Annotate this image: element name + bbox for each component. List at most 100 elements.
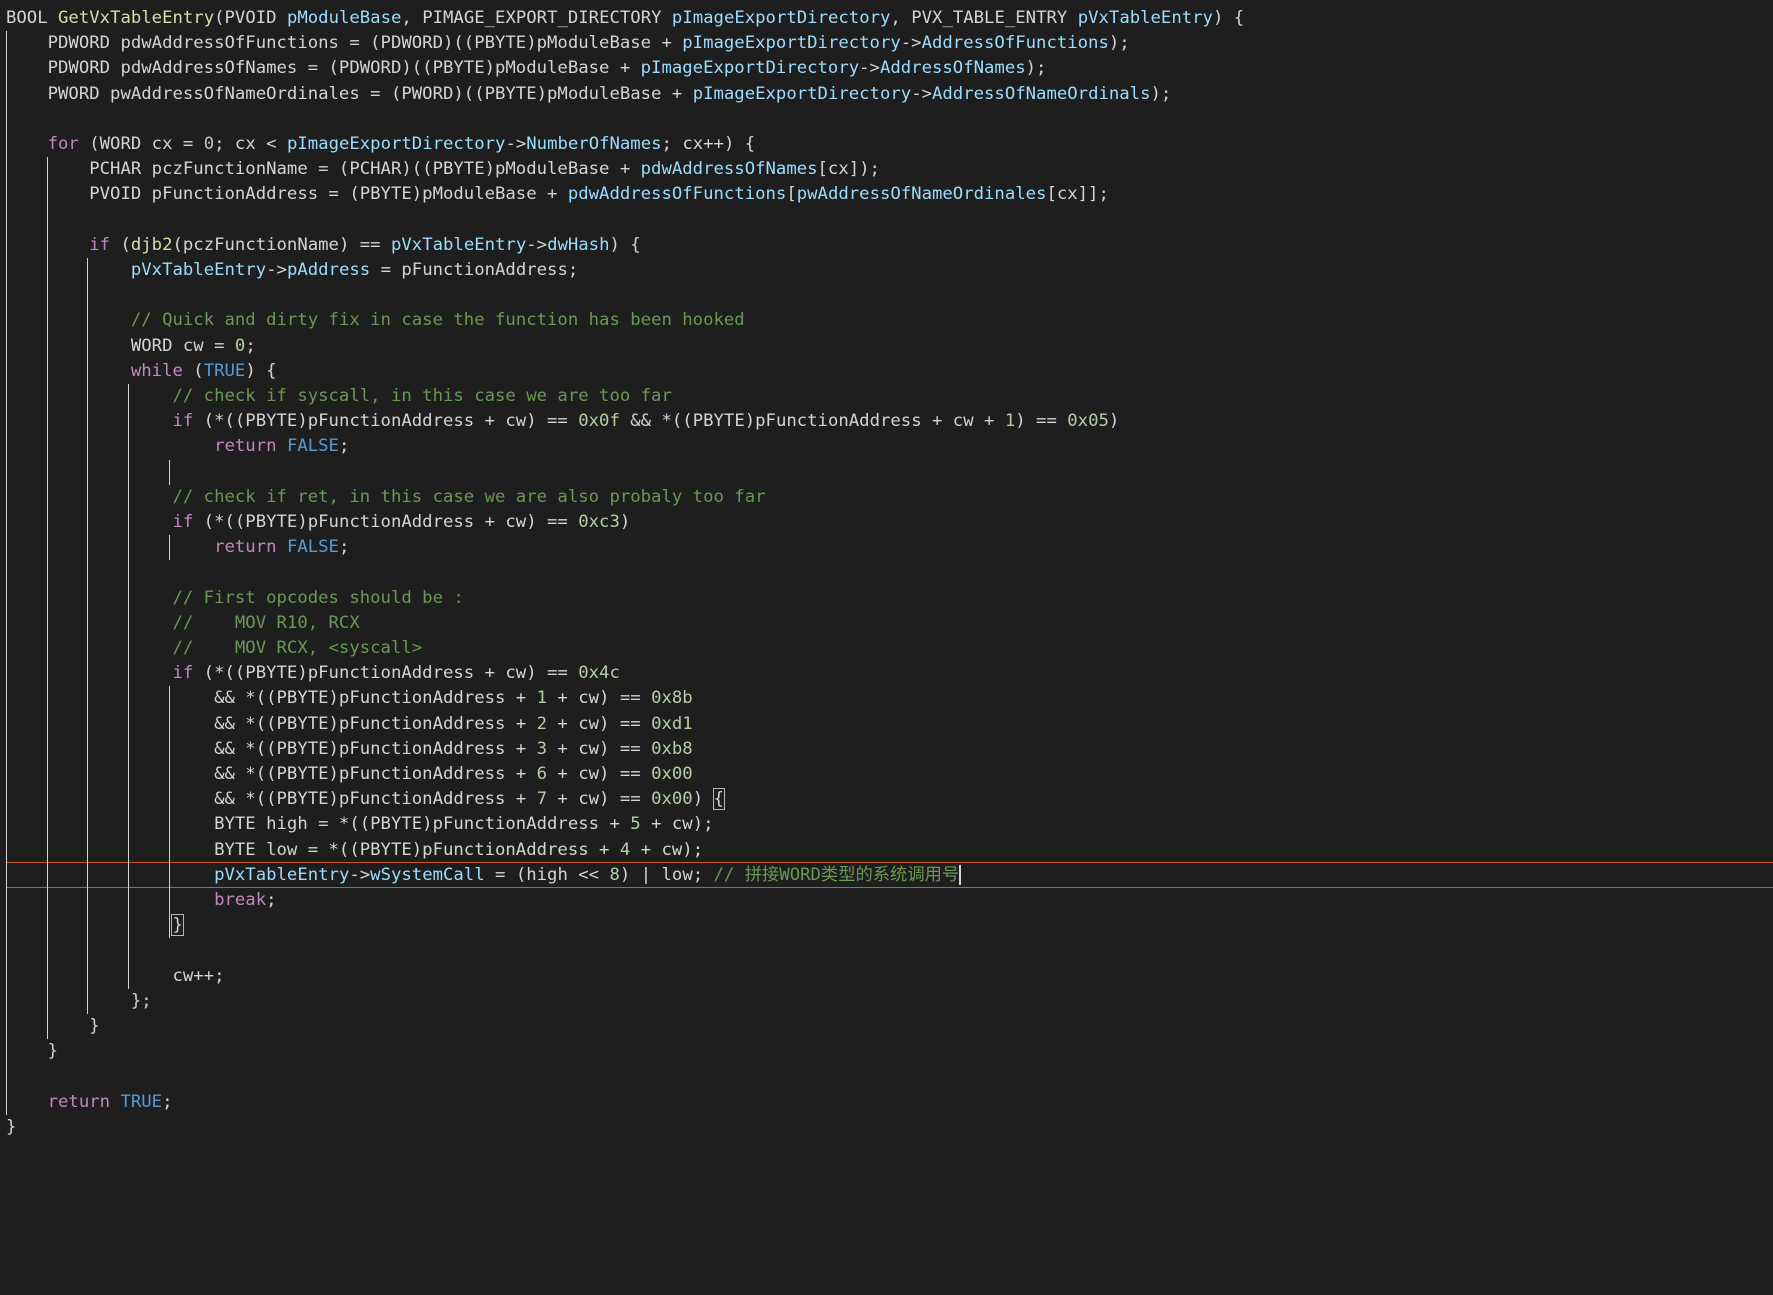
code-comment: // MOV R10, RCX — [172, 612, 360, 633]
code-line[interactable]: return FALSE; — [6, 434, 349, 458]
code-line[interactable]: // First opcodes should be : — [6, 586, 463, 610]
code-token: -> — [505, 134, 527, 154]
code-line[interactable]: for (WORD cx = 0; cx < pImageExportDirec… — [6, 132, 756, 156]
code-line[interactable]: } — [6, 1115, 16, 1139]
code-line[interactable]: } — [6, 1039, 58, 1063]
code-line[interactable]: } — [6, 1014, 100, 1038]
code-line[interactable]: cw++; — [6, 964, 224, 988]
code-line[interactable]: // MOV RCX, <syscall> — [6, 636, 422, 660]
code-token: pImageExportDirectory — [682, 33, 901, 54]
code-token: AddressOfFunctions — [921, 33, 1109, 54]
code-token: AddressOfNames — [879, 58, 1026, 79]
code-line[interactable]: if (*((PBYTE)pFunctionAddress + cw) == 0… — [6, 510, 630, 534]
code-token: && *((PBYTE)pFunctionAddress + — [6, 738, 537, 759]
code-line[interactable]: PVOID pFunctionAddress = (PBYTE)pModuleB… — [6, 182, 1109, 206]
code-token: 6 — [536, 764, 548, 784]
code-line[interactable]: && *((PBYTE)pFunctionAddress + 1 + cw) =… — [6, 686, 693, 710]
code-line[interactable]: pVxTableEntry->wSystemCall = (high << 8)… — [6, 863, 962, 887]
code-line[interactable]: return FALSE; — [6, 535, 349, 559]
code-token: pdwAddressOfNames — [640, 159, 818, 180]
code-token: (PVOID — [214, 8, 287, 28]
code-token: + cw) == — [547, 738, 652, 759]
code-token: ; — [338, 436, 350, 457]
code-token: 0x8b — [651, 688, 693, 709]
code-line[interactable]: return TRUE; — [6, 1090, 173, 1114]
code-token: FALSE — [286, 436, 339, 457]
code-line[interactable]: PDWORD pdwAddressOfNames = (PDWORD)((PBY… — [6, 56, 1047, 80]
code-token: ) — [1108, 411, 1120, 432]
code-token: + cw) == — [547, 713, 652, 734]
code-token: GetVxTableEntry — [58, 8, 215, 28]
code-token: pImageExportDirectory — [640, 58, 860, 79]
code-token: ) — [619, 512, 631, 532]
code-token: ; — [245, 335, 256, 356]
code-line[interactable]: break; — [6, 888, 276, 912]
code-token: -> — [349, 864, 371, 885]
code-token: pImageExportDirectory — [671, 8, 891, 28]
code-token: 1 — [536, 688, 548, 709]
code-line[interactable]: while (TRUE) { — [6, 359, 277, 383]
code-token: ; cx < — [214, 134, 287, 154]
code-line[interactable]: PDWORD pdwAddressOfFunctions = (PDWORD)(… — [6, 31, 1130, 55]
code-token: ( — [182, 360, 204, 381]
code-comment: // 拼接WORD类型的系统调用号 — [713, 864, 960, 885]
code-line[interactable]: // Quick and dirty fix in case the funct… — [6, 308, 745, 332]
code-line[interactable]: && *((PBYTE)pFunctionAddress + 7 + cw) =… — [6, 787, 725, 811]
indent-guide — [168, 459, 170, 485]
code-token: ); — [1150, 83, 1172, 104]
code-token: = pFunctionAddress; — [370, 260, 579, 280]
code-token: pModuleBase — [286, 8, 402, 28]
code-token: } — [6, 1041, 59, 1062]
code-token: pVxTableEntry — [214, 864, 350, 885]
code-token: -> — [859, 58, 880, 79]
code-token: } — [6, 1016, 100, 1036]
code-token: (*((PBYTE)pFunctionAddress + cw) == — [193, 411, 579, 432]
code-line[interactable]: if (djb2(pczFunctionName) == pVxTableEnt… — [6, 233, 640, 257]
code-line[interactable]: } — [6, 913, 184, 937]
code-comment: // check if syscall, in this case we are… — [172, 386, 672, 406]
code-line[interactable]: // check if ret, in this case we are als… — [6, 485, 765, 509]
code-token: [cx]]; — [1046, 184, 1109, 205]
code-token: WORD cw = — [6, 335, 235, 356]
code-token: if — [89, 234, 111, 255]
code-token: 7 — [536, 789, 548, 810]
code-line[interactable]: BOOL GetVxTableEntry(PVOID pModuleBase, … — [6, 6, 1244, 30]
code-line[interactable]: PCHAR pczFunctionName = (PCHAR)((PBYTE)p… — [6, 157, 880, 181]
code-token: if — [172, 663, 194, 684]
code-token: ); — [1108, 33, 1130, 54]
code-token: -> — [911, 83, 932, 104]
code-token: pVxTableEntry — [130, 260, 267, 280]
code-line[interactable]: && *((PBYTE)pFunctionAddress + 3 + cw) =… — [6, 737, 693, 761]
code-token: 0x00 — [651, 764, 693, 784]
code-token: BYTE low = *((PBYTE)pFunctionAddress + — [6, 839, 620, 860]
code-token: return — [214, 436, 277, 457]
code-line[interactable]: PWORD pwAddressOfNameOrdinales = (PWORD)… — [6, 82, 1172, 106]
code-token: pVxTableEntry — [1077, 8, 1213, 28]
code-comment: // Quick and dirty fix in case the funct… — [130, 310, 745, 331]
code-token: 0x05 — [1067, 411, 1109, 432]
code-line[interactable]: BYTE high = *((PBYTE)pFunctionAddress + … — [6, 812, 713, 836]
code-line[interactable]: if (*((PBYTE)pFunctionAddress + cw) == 0… — [6, 661, 619, 685]
code-line[interactable]: WORD cw = 0; — [6, 334, 256, 358]
code-line[interactable]: if (*((PBYTE)pFunctionAddress + cw) == 0… — [6, 409, 1119, 433]
code-line[interactable]: }; — [6, 989, 152, 1013]
code-line[interactable]: // check if syscall, in this case we are… — [6, 384, 672, 408]
code-line[interactable]: BYTE low = *((PBYTE)pFunctionAddress + 4… — [6, 838, 703, 862]
code-token: PDWORD pdwAddressOfFunctions = (PDWORD)(… — [6, 33, 683, 54]
code-line[interactable]: && *((PBYTE)pFunctionAddress + 2 + cw) =… — [6, 712, 693, 736]
code-token: 4 — [619, 839, 631, 860]
code-token: return — [214, 537, 277, 558]
code-token: pwAddressOfNameOrdinales — [796, 184, 1047, 205]
code-line[interactable]: // MOV R10, RCX — [6, 611, 360, 635]
code-line[interactable]: && *((PBYTE)pFunctionAddress + 6 + cw) =… — [6, 762, 693, 786]
code-token: && *((PBYTE)pFunctionAddress + — [6, 713, 537, 734]
code-editor[interactable]: BOOL GetVxTableEntry(PVOID pModuleBase, … — [0, 0, 1773, 1295]
code-line[interactable]: pVxTableEntry->pAddress = pFunctionAddre… — [6, 258, 578, 282]
code-token: PVOID pFunctionAddress = (PBYTE)pModuleB… — [6, 184, 568, 205]
